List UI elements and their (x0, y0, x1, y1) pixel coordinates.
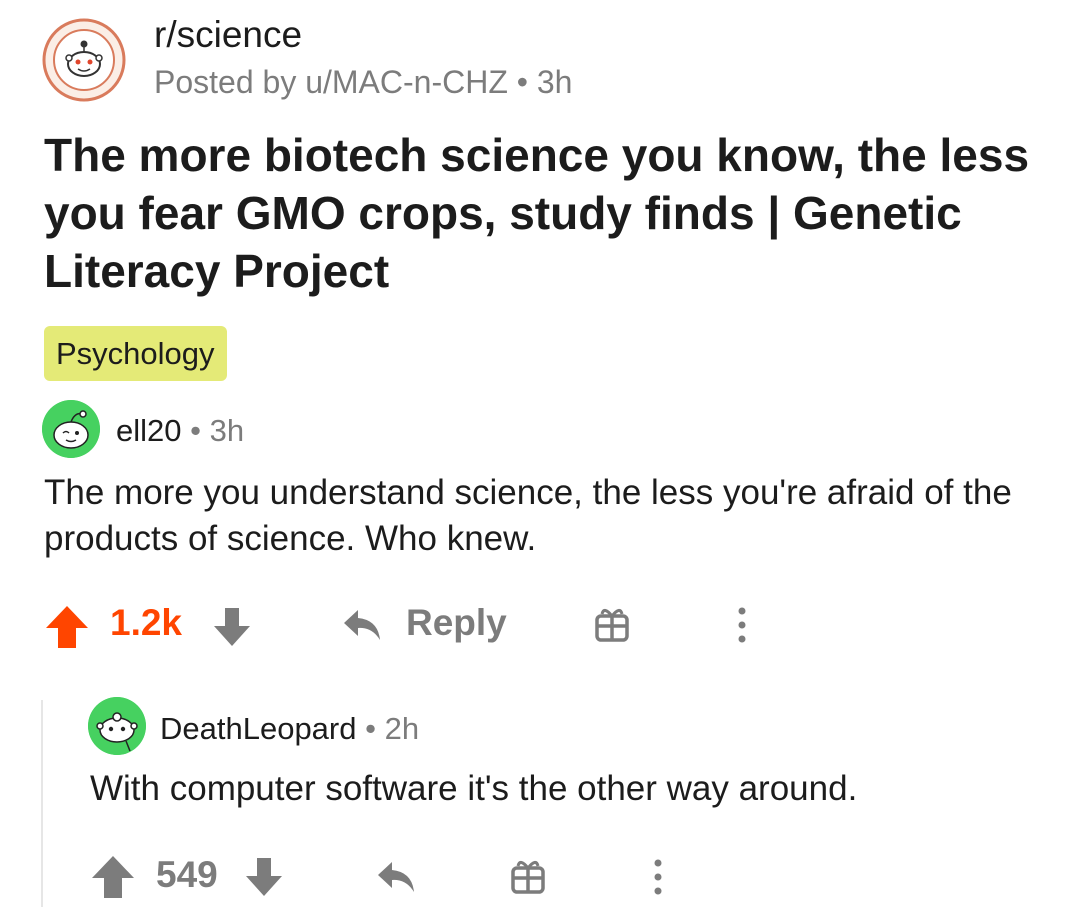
more-options-icon[interactable] (654, 858, 662, 901)
more-options-icon[interactable] (738, 606, 746, 649)
meta-separator: • (190, 413, 201, 448)
science-subreddit-seal-icon[interactable] (42, 18, 126, 102)
comment-author-line: ell20 • 3h (116, 413, 244, 449)
downvote-arrow-icon[interactable] (212, 606, 252, 653)
comment-score: 549 (156, 854, 218, 895)
snoo-avatar-icon[interactable] (88, 697, 146, 755)
post-meta[interactable]: Posted by u/MAC-n-CHZ • 3h (154, 64, 572, 101)
gift-award-icon[interactable] (510, 858, 546, 899)
comment-body: With computer software it's the other wa… (90, 769, 858, 808)
comment-time: 2h (384, 711, 420, 746)
downvote-arrow-icon[interactable] (244, 856, 284, 903)
comment-score: 1.2k (110, 602, 183, 643)
comment-action-bar: 549 (90, 846, 1050, 906)
comment-author-line: DeathLeopard • 2h (160, 711, 419, 747)
comment-action-bar: 1.2k Reply (44, 596, 1044, 656)
comment-body: The more you understand science, the les… (44, 473, 1012, 558)
post-header: r/science Posted by u/MAC-n-CHZ • 3h (42, 14, 1042, 104)
upvote-arrow-icon[interactable] (90, 854, 136, 905)
snoo-avatar-icon[interactable] (42, 400, 100, 458)
upvote-arrow-icon[interactable] (44, 604, 90, 655)
reply-arrow-icon[interactable] (376, 860, 416, 899)
comment-author[interactable]: DeathLeopard (160, 711, 357, 746)
comment-author[interactable]: ell20 (116, 413, 182, 448)
post-flair[interactable]: Psychology (44, 326, 227, 381)
comment-time: 3h (209, 413, 245, 448)
reply-arrow-icon[interactable] (342, 608, 382, 647)
gift-award-icon[interactable] (594, 606, 630, 647)
post-title[interactable]: The more biotech science you know, the l… (44, 126, 1044, 300)
thread-line[interactable] (41, 700, 43, 907)
subreddit-name[interactable]: r/science (154, 14, 302, 56)
reply-button[interactable]: Reply (406, 602, 507, 644)
meta-separator: • (365, 711, 376, 746)
